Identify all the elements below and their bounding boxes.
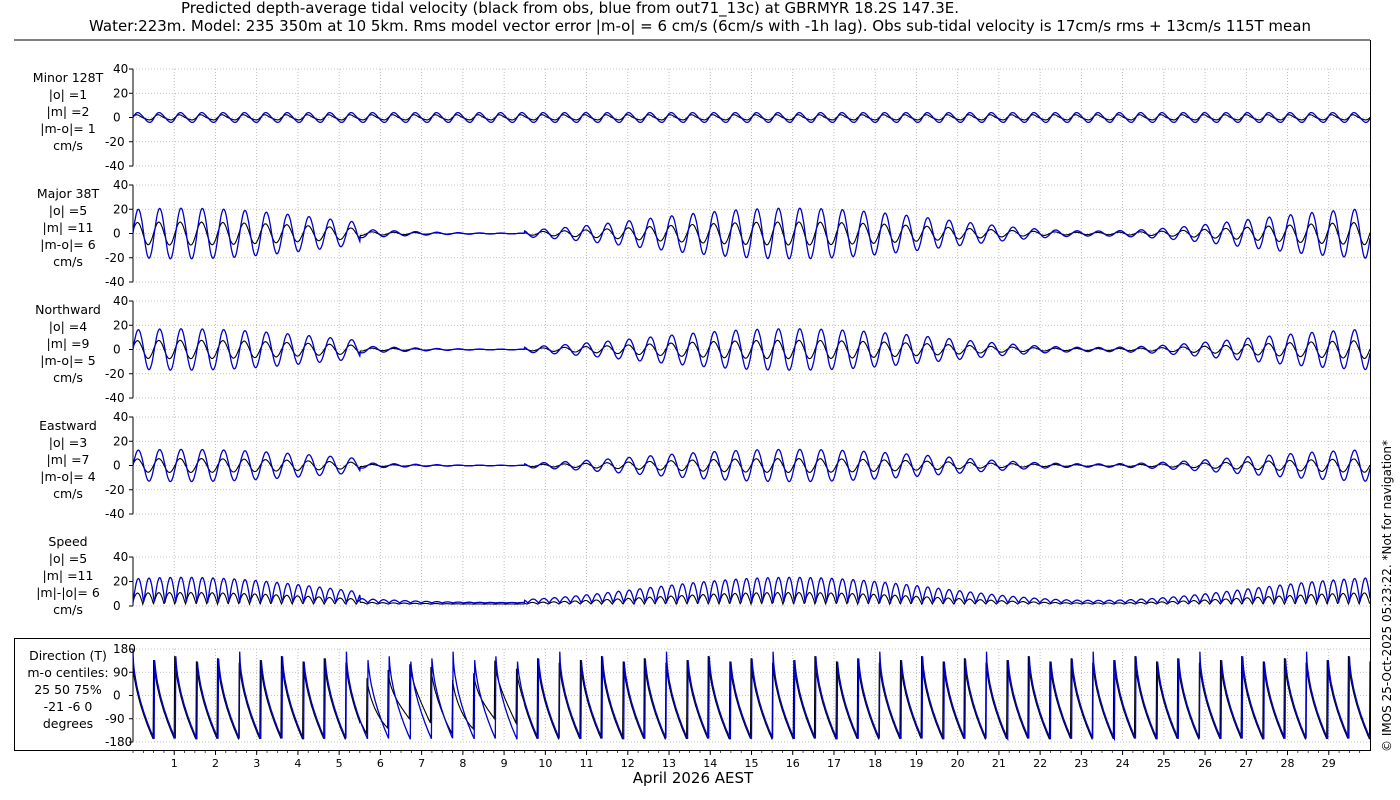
panel-label-north: |m| =9 <box>47 336 90 351</box>
panel-label-north: |m-o|= 5 <box>40 353 95 368</box>
x-tick-label: 2 <box>212 757 219 770</box>
x-tick-label: 22 <box>1033 757 1047 770</box>
x-tick-label: 17 <box>827 757 841 770</box>
y-tick-label: 0 <box>113 111 121 125</box>
panel-label-north: |o| =4 <box>49 319 88 334</box>
x-tick-label: 26 <box>1198 757 1212 770</box>
panel-label-east: |m| =7 <box>47 452 90 467</box>
y-tick-label: 40 <box>113 178 128 192</box>
y-tick-label: -180 <box>105 735 132 749</box>
panel-label-major: cm/s <box>53 254 83 269</box>
y-tick-label: 20 <box>113 202 128 216</box>
panel-label-north: Northward <box>35 302 101 317</box>
x-tick-label: 27 <box>1239 757 1253 770</box>
x-tick-label: 1 <box>171 757 178 770</box>
x-tick-label: 3 <box>253 757 260 770</box>
panel-label-minor: cm/s <box>53 138 83 153</box>
panel-label-east: |o| =3 <box>49 435 87 450</box>
panel-label-major: |m| =11 <box>43 220 94 235</box>
panel-label-speed: Speed <box>48 534 87 549</box>
x-tick-label: 29 <box>1322 757 1336 770</box>
y-tick-label: 0 <box>113 343 121 357</box>
y-tick-label: -40 <box>105 275 125 289</box>
panel-label-east: |m-o|= 4 <box>40 469 95 484</box>
x-tick-label: 10 <box>538 757 552 770</box>
panel-label-major: |m-o|= 6 <box>40 237 95 252</box>
panel-label-minor: |m-o|= 1 <box>40 121 95 136</box>
x-tick-label: 9 <box>501 757 508 770</box>
x-tick-label: 8 <box>459 757 466 770</box>
panel-label-direction: -21 -6 0 <box>44 699 93 714</box>
y-tick-label: 20 <box>113 86 128 100</box>
y-tick-label: 0 <box>113 459 121 473</box>
y-tick-label: 0 <box>113 599 121 613</box>
y-tick-label: 0 <box>113 689 121 703</box>
model-series-east <box>132 448 1371 483</box>
model-series-major <box>132 207 1371 260</box>
x-tick-label: 6 <box>377 757 384 770</box>
y-tick-label: -40 <box>105 159 125 173</box>
y-tick-label: -20 <box>105 483 125 497</box>
x-tick-label: 7 <box>418 757 425 770</box>
panel-label-north: cm/s <box>53 370 83 385</box>
x-tick-label: 5 <box>336 757 343 770</box>
y-tick-label: 90 <box>113 665 128 679</box>
y-tick-label: -40 <box>105 507 125 521</box>
y-tick-label: -90 <box>105 712 125 726</box>
y-tick-label: 40 <box>113 294 128 308</box>
x-tick-label: 28 <box>1281 757 1295 770</box>
y-tick-label: 40 <box>113 410 128 424</box>
panel-label-speed: |m|-|o|= 6 <box>36 585 100 600</box>
y-tick-label: 40 <box>113 550 128 564</box>
copyright-note: © IMOS 25-Oct-2025 05:23:22. *Not for na… <box>1380 440 1394 752</box>
y-tick-label: 0 <box>113 227 121 241</box>
panel-label-direction: 25 50 75% <box>34 682 102 697</box>
panel-label-east: Eastward <box>39 418 97 433</box>
x-tick-label: 24 <box>1116 757 1130 770</box>
panel-label-minor: |o| =1 <box>49 87 87 102</box>
tidal-velocity-chart: 1 2 3 4 5 6 7 8 9 10 11 12 13 14 15 16 17 18 19 20 21 22 23 24 2… <box>14 39 1394 787</box>
y-tick-label: -40 <box>105 391 125 405</box>
y-tick-label: 20 <box>113 434 128 448</box>
panel-label-major: |o| =5 <box>49 203 87 218</box>
x-tick-label: 23 <box>1074 757 1088 770</box>
x-tick-label: 25 <box>1157 757 1171 770</box>
x-tick-label: 4 <box>294 757 301 770</box>
x-axis-title: April 2026 AEST <box>633 769 754 787</box>
x-tick-label: 11 <box>580 757 594 770</box>
y-tick-label: 40 <box>113 62 128 76</box>
x-tick-label: 21 <box>992 757 1006 770</box>
y-tick-label: -20 <box>105 367 125 381</box>
panel-label-major: Major 38T <box>37 186 100 201</box>
panel-label-direction: m-o centiles: <box>27 665 108 680</box>
panel-label-direction: degrees <box>43 716 93 731</box>
x-tick-label: 20 <box>951 757 965 770</box>
y-tick-label: 20 <box>113 318 128 332</box>
y-tick-label: 20 <box>113 575 128 589</box>
panel-label-speed: cm/s <box>53 602 83 617</box>
panel-label-direction: Direction (T) <box>29 648 107 663</box>
y-tick-label: -20 <box>105 251 125 265</box>
y-tick-label: 180 <box>113 642 136 656</box>
x-tick-label: 18 <box>868 757 882 770</box>
panel-label-speed: |m| =11 <box>43 568 94 583</box>
x-tick-label: 16 <box>786 757 800 770</box>
x-tick-label: 19 <box>909 757 923 770</box>
panel-label-minor: |m| =2 <box>47 104 90 119</box>
y-tick-label: -20 <box>105 135 125 149</box>
panel-label-east: cm/s <box>53 486 83 501</box>
panel-label-speed: |o| =5 <box>49 551 87 566</box>
panel-label-minor: Minor 128T <box>33 70 104 85</box>
